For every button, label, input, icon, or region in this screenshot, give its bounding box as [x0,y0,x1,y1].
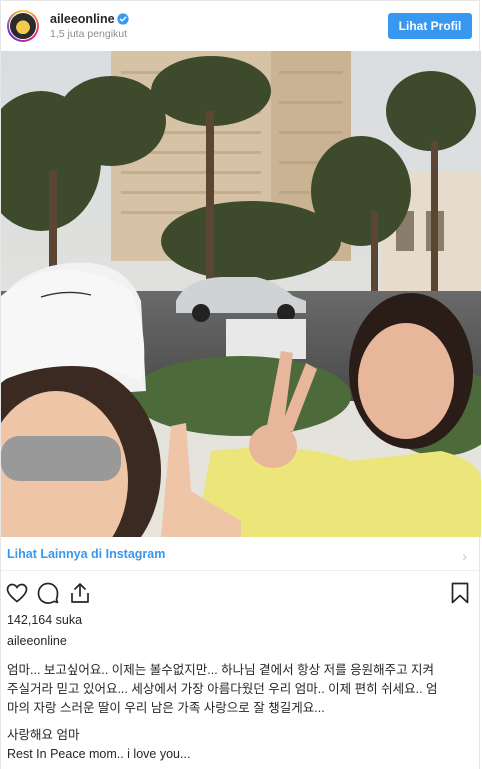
comment-icon[interactable] [36,581,60,605]
view-more-on-instagram-link[interactable]: Lihat Lainnya di Instagram [7,547,165,561]
view-profile-button[interactable]: Lihat Profil [388,13,472,39]
username[interactable]: aileeonline [50,12,115,26]
caption-text-tail: 사랑해요 엄마 Rest In Peace mom.. i love you..… [7,728,191,761]
bookmark-icon[interactable] [448,581,472,605]
instagram-embed-card: aileeonline 1,5 juta pengikut Lihat Prof… [0,0,481,769]
follower-count: 1,5 juta pengikut [50,28,128,40]
caption-username[interactable]: aileeonline [7,634,67,648]
share-icon[interactable] [68,581,92,605]
heart-icon[interactable] [5,581,29,605]
avatar[interactable] [7,10,39,42]
avatar-image [9,12,37,40]
verified-badge-icon [117,13,129,25]
divider [1,570,481,571]
chevron-right-icon[interactable]: › [462,548,467,564]
photo-image [1,51,481,537]
caption-text: 엄마... 보고싶어요.. 이제는 볼수없지만... 하나님 곁에서 항상 저를… [7,663,438,715]
post-header: aileeonline 1,5 juta pengikut Lihat Prof… [1,1,481,51]
post-photo[interactable] [1,51,481,537]
like-count: 142,164 suka [7,613,83,627]
